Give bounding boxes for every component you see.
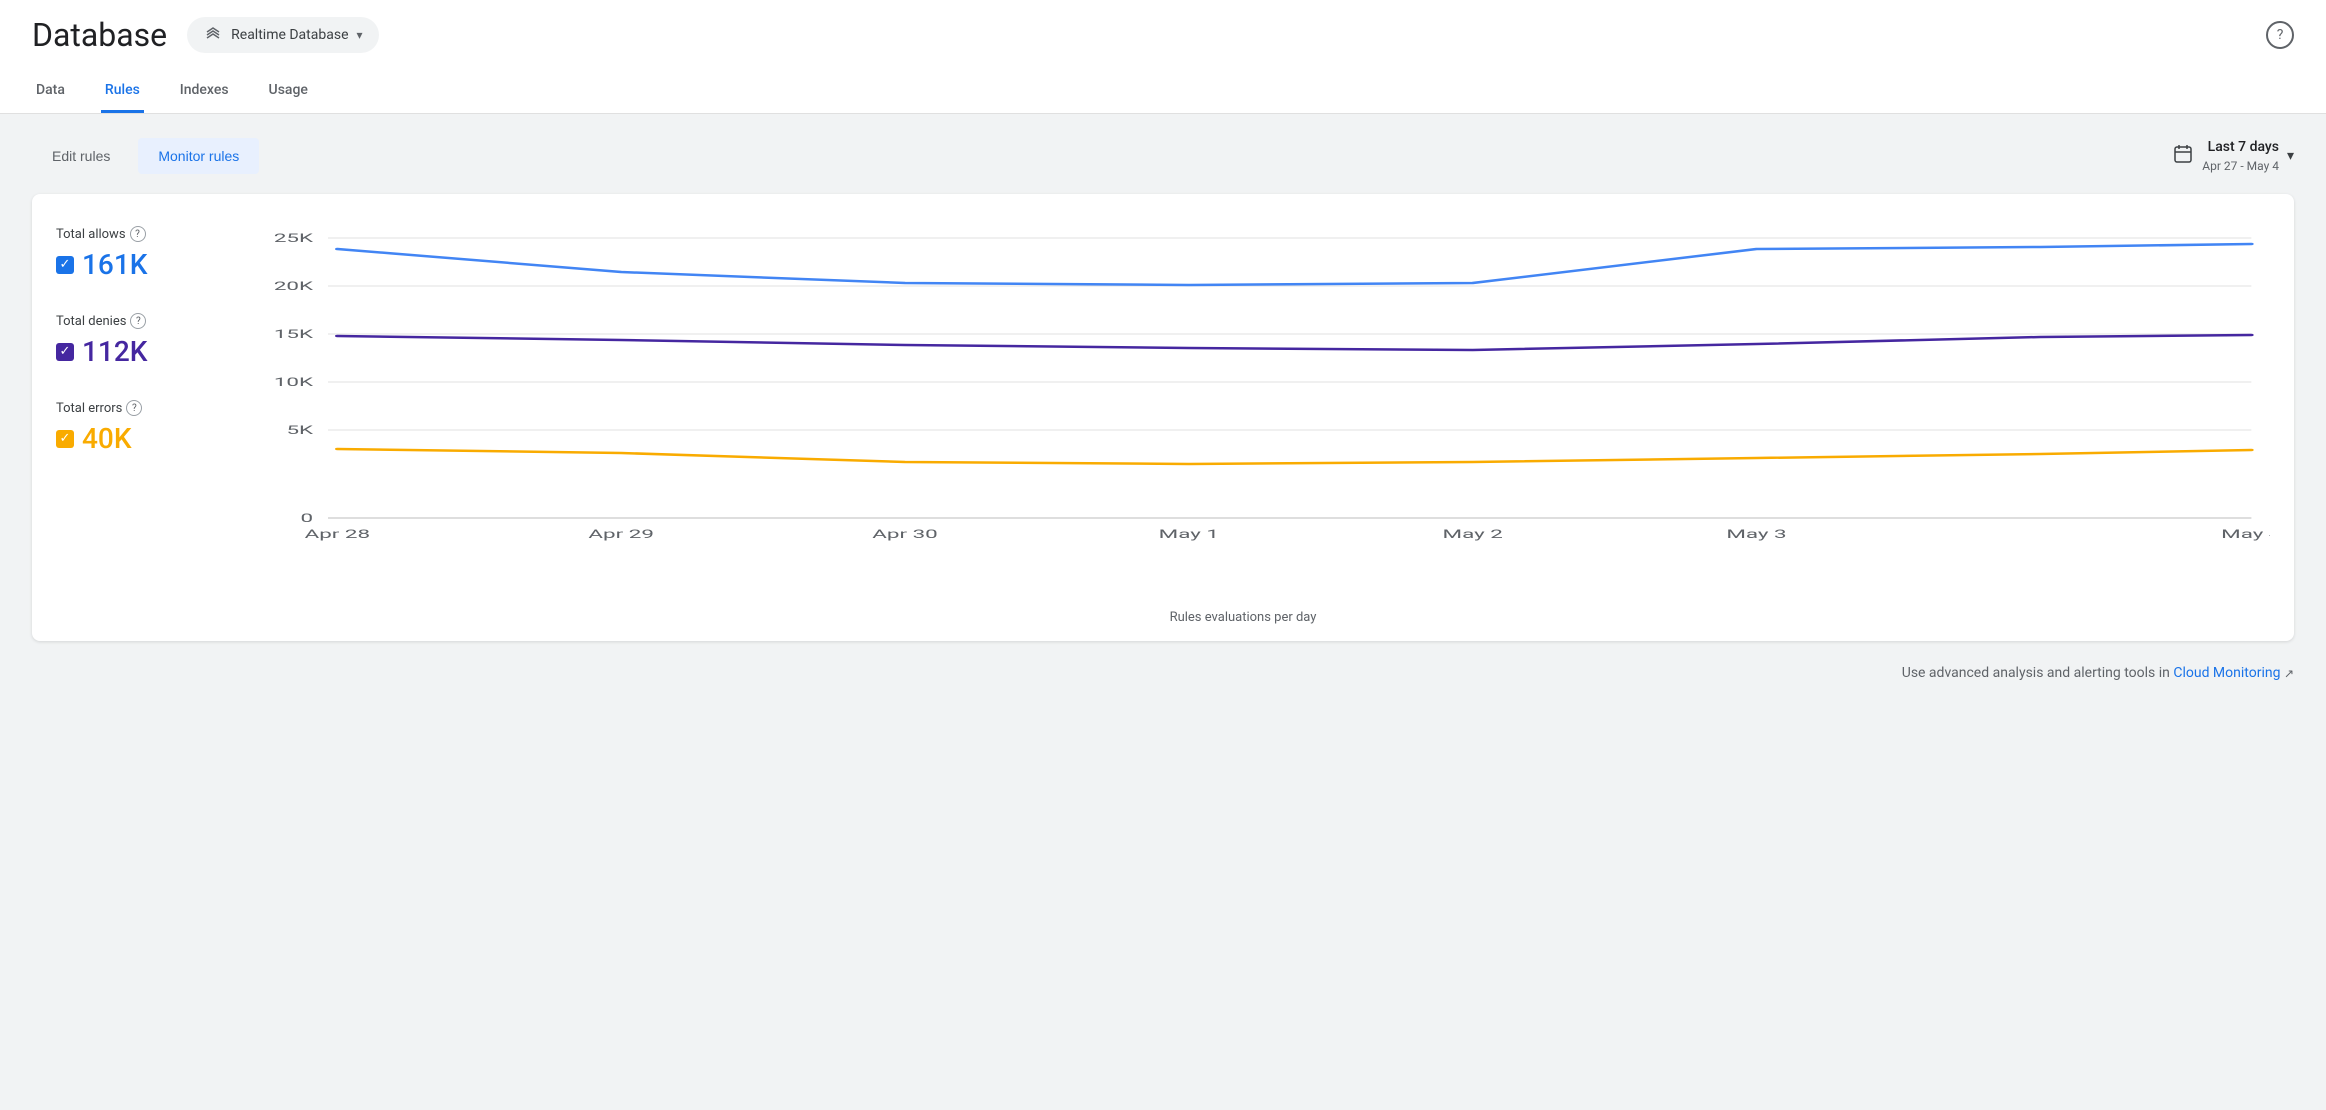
- tab-data[interactable]: Data: [32, 70, 69, 113]
- date-range-sub: Apr 27 - May 4: [2202, 158, 2279, 175]
- legend-errors: Total errors ? ✓ 40K: [56, 400, 216, 455]
- svg-text:10K: 10K: [274, 376, 314, 390]
- denies-value: 112K: [82, 335, 147, 368]
- cloud-monitoring-link[interactable]: Cloud Monitoring: [2173, 665, 2280, 681]
- date-range-label: Last 7 days: [2202, 138, 2279, 158]
- svg-text:May 3: May 3: [1726, 528, 1786, 542]
- errors-help-icon[interactable]: ?: [126, 400, 142, 416]
- chart-svg: 25K 20K 15K 10K 5K 0: [216, 218, 2270, 598]
- toolbar-left: Edit rules Monitor rules: [32, 138, 259, 174]
- tab-rules[interactable]: Rules: [101, 70, 144, 113]
- realtime-db-icon: [203, 25, 223, 45]
- toolbar: Edit rules Monitor rules Last 7 days Apr…: [32, 138, 2294, 174]
- chevron-down-icon: ▾: [2287, 148, 2294, 164]
- svg-text:May 4: May 4: [2221, 528, 2270, 542]
- help-button[interactable]: ?: [2266, 21, 2294, 49]
- svg-text:25K: 25K: [274, 232, 314, 246]
- svg-text:0: 0: [300, 512, 313, 526]
- date-info: Last 7 days Apr 27 - May 4: [2202, 138, 2279, 174]
- tab-usage[interactable]: Usage: [265, 70, 312, 113]
- denies-help-icon[interactable]: ?: [130, 313, 146, 329]
- page-title: Database: [32, 16, 167, 54]
- monitor-rules-button[interactable]: Monitor rules: [138, 138, 259, 174]
- chart-card: Total allows ? ✓ 161K Total denies ? ✓: [32, 194, 2294, 641]
- allows-help-icon[interactable]: ?: [130, 226, 146, 242]
- db-selector-chevron-icon: ▾: [357, 28, 363, 42]
- date-range-selector[interactable]: Last 7 days Apr 27 - May 4 ▾: [2172, 138, 2294, 174]
- svg-text:May 2: May 2: [1443, 528, 1503, 542]
- svg-text:20K: 20K: [274, 280, 314, 294]
- footer-note: Use advanced analysis and alerting tools…: [32, 665, 2294, 681]
- chart-area: 25K 20K 15K 10K 5K 0: [216, 218, 2270, 625]
- legend-panel: Total allows ? ✓ 161K Total denies ? ✓: [56, 218, 216, 625]
- svg-text:15K: 15K: [274, 328, 314, 342]
- footer-note-text: Use advanced analysis and alerting tools…: [1902, 665, 2170, 681]
- edit-rules-button[interactable]: Edit rules: [32, 138, 130, 174]
- svg-text:May 1: May 1: [1159, 528, 1219, 542]
- svg-text:Apr 28: Apr 28: [305, 528, 371, 542]
- errors-checkbox[interactable]: ✓: [56, 430, 74, 448]
- svg-text:Apr 29: Apr 29: [588, 528, 654, 542]
- svg-text:5K: 5K: [286, 424, 314, 438]
- allows-value: 161K: [82, 248, 147, 281]
- db-selector[interactable]: Realtime Database ▾: [187, 17, 378, 53]
- legend-errors-label: Total errors: [56, 401, 122, 416]
- allows-checkbox[interactable]: ✓: [56, 256, 74, 274]
- legend-denies-label: Total denies: [56, 314, 126, 329]
- chart-footer-label: Rules evaluations per day: [216, 610, 2270, 625]
- nav-tabs: Data Rules Indexes Usage: [32, 70, 2294, 113]
- tab-indexes[interactable]: Indexes: [176, 70, 233, 113]
- calendar-icon: [2172, 143, 2194, 169]
- legend-allows: Total allows ? ✓ 161K: [56, 226, 216, 281]
- db-selector-label: Realtime Database: [231, 27, 348, 43]
- external-link-icon: ↗: [2284, 667, 2294, 681]
- svg-text:Apr 30: Apr 30: [872, 528, 938, 542]
- denies-checkbox[interactable]: ✓: [56, 343, 74, 361]
- errors-value: 40K: [82, 422, 132, 455]
- legend-allows-label: Total allows: [56, 227, 126, 242]
- legend-denies: Total denies ? ✓ 112K: [56, 313, 216, 368]
